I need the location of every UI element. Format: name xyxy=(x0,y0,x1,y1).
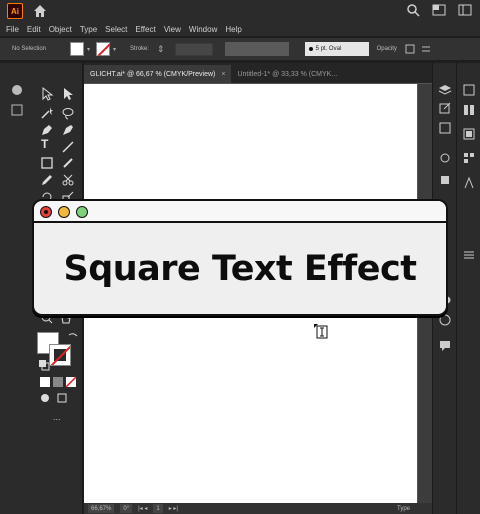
tab-label: GLICHT.ai* @ 66,67 % (CMYK/Preview) xyxy=(90,70,216,78)
document-tabs: GLICHT.ai* @ 66,67 % (CMYK/Preview) × Un… xyxy=(84,63,432,83)
selection-tool-icon[interactable] xyxy=(40,86,54,101)
color-guide-icon[interactable] xyxy=(462,127,476,141)
swatches-icon[interactable] xyxy=(10,83,24,97)
layers-panel-icon[interactable] xyxy=(438,83,452,97)
screen-mode-icon[interactable] xyxy=(55,391,69,405)
fill-dropdown-chevron-icon[interactable]: ▾ xyxy=(87,46,90,53)
brush-definition-dropdown[interactable]: 5 pt. Oval xyxy=(304,42,369,56)
comments-icon[interactable] xyxy=(438,338,452,352)
menu-edit[interactable]: Edit xyxy=(27,25,41,34)
draw-mode-icon[interactable] xyxy=(38,391,52,405)
artboard-number[interactable]: 1 xyxy=(153,504,163,513)
menu-select[interactable]: Select xyxy=(105,25,127,34)
appearance-icon[interactable] xyxy=(438,151,452,165)
maximize-dot-icon xyxy=(76,206,88,218)
direct-selection-tool-icon[interactable] xyxy=(61,87,75,101)
menu-file[interactable]: File xyxy=(6,25,19,34)
menu-view[interactable]: View xyxy=(164,25,181,34)
edit-toolbar-more[interactable]: ... xyxy=(53,412,61,422)
minimize-dot-icon xyxy=(58,206,70,218)
graphic-styles-icon[interactable] xyxy=(438,173,452,187)
align-icon[interactable] xyxy=(462,248,476,262)
libraries-icon[interactable] xyxy=(462,103,476,117)
rotation-view[interactable]: 0° xyxy=(120,504,133,513)
stroke-dropdown-chevron-icon[interactable]: ▾ xyxy=(113,46,116,53)
search-icon[interactable] xyxy=(406,3,420,17)
curvature-tool-icon[interactable] xyxy=(61,123,75,137)
opacity-label[interactable]: Opacity xyxy=(377,46,397,52)
paintbrush-tool-icon[interactable] xyxy=(61,156,75,170)
preferences-icon[interactable] xyxy=(421,44,431,54)
workspace-switcher-icon[interactable] xyxy=(458,3,472,17)
illustrator-logo: Ai xyxy=(7,3,23,19)
menu-effect[interactable]: Effect xyxy=(135,25,155,34)
character-panel-icon[interactable] xyxy=(462,176,476,190)
properties-icon[interactable] xyxy=(462,83,476,97)
zoom-level[interactable]: 66,67% xyxy=(88,504,115,513)
status-bar: 66,67% 0° |◂ ◂ 1 ▸ ▸| Type xyxy=(84,503,432,514)
artboards-icon[interactable] xyxy=(438,121,452,135)
app-title-bar: Ai xyxy=(0,0,480,22)
brush-dot-icon xyxy=(308,47,313,51)
tab-label: Untitled-1* @ 33,33 % (CMYK... xyxy=(237,70,338,78)
control-bar: No Selection ▾ ▾ Stroke: ⇕ 5 pt. Oval Op… xyxy=(0,38,480,60)
color-mode-icon[interactable] xyxy=(38,375,52,389)
none-mode-icon[interactable] xyxy=(64,375,78,389)
magic-wand-tool-icon[interactable] xyxy=(40,106,54,120)
tab-untitled[interactable]: Untitled-1* @ 33,33 % (CMYK... xyxy=(231,65,343,83)
scissors-tool-icon[interactable] xyxy=(61,173,75,187)
right-panel-dock-2 xyxy=(456,63,480,514)
menu-bar: File Edit Object Type Select Effect View… xyxy=(0,22,480,36)
lasso-tool-icon[interactable] xyxy=(61,106,75,120)
stroke-swatch[interactable] xyxy=(96,42,111,56)
artboard-next-icon[interactable]: ▸ ▸| xyxy=(169,505,178,512)
document-setup-icon[interactable] xyxy=(405,44,415,54)
layers-icon[interactable] xyxy=(10,103,24,117)
line-segment-tool-icon[interactable] xyxy=(61,140,75,154)
swap-fill-stroke-icon[interactable] xyxy=(66,330,80,344)
stroke-label: Stroke: xyxy=(130,46,150,52)
stroke-weight-stepper-icon[interactable]: ⇕ xyxy=(157,44,165,55)
artboard-prev-icon[interactable]: |◂ ◂ xyxy=(138,505,147,512)
type-tool-icon[interactable]: T xyxy=(41,137,48,151)
selection-status: No Selection xyxy=(12,46,47,52)
variable-width-profile[interactable] xyxy=(224,42,289,56)
card-title: Square Text Effect xyxy=(63,249,417,289)
menu-object[interactable]: Object xyxy=(49,25,72,34)
window-title-card: Square Text Effect xyxy=(32,199,448,316)
menu-help[interactable]: Help xyxy=(225,25,241,34)
status-mode: Type xyxy=(396,505,410,512)
stroke-weight-input[interactable] xyxy=(174,42,213,56)
stroke-color-swatch[interactable] xyxy=(49,344,71,366)
menu-window[interactable]: Window xyxy=(189,25,217,34)
fill-swatch[interactable] xyxy=(70,42,84,56)
rectangle-tool-icon[interactable] xyxy=(40,156,54,170)
pencil-tool-icon[interactable] xyxy=(40,173,54,187)
close-tab-icon[interactable]: × xyxy=(221,71,225,78)
tab-glicht[interactable]: GLICHT.ai* @ 66,67 % (CMYK/Preview) × xyxy=(84,65,232,83)
export-icon[interactable] xyxy=(438,101,452,115)
left-panel-dock xyxy=(0,63,33,514)
card-titlebar xyxy=(34,201,446,223)
type-cursor-icon xyxy=(314,324,328,339)
close-dot-icon xyxy=(40,206,52,218)
arrange-documents-icon[interactable] xyxy=(432,3,446,17)
pen-tool-icon[interactable] xyxy=(40,123,54,137)
brush-label: 5 pt. Oval xyxy=(315,46,342,52)
swatch-panel-icon[interactable] xyxy=(462,151,476,165)
gradient-mode-icon[interactable] xyxy=(51,375,65,389)
home-icon[interactable] xyxy=(32,3,48,19)
menu-type[interactable]: Type xyxy=(80,25,97,34)
